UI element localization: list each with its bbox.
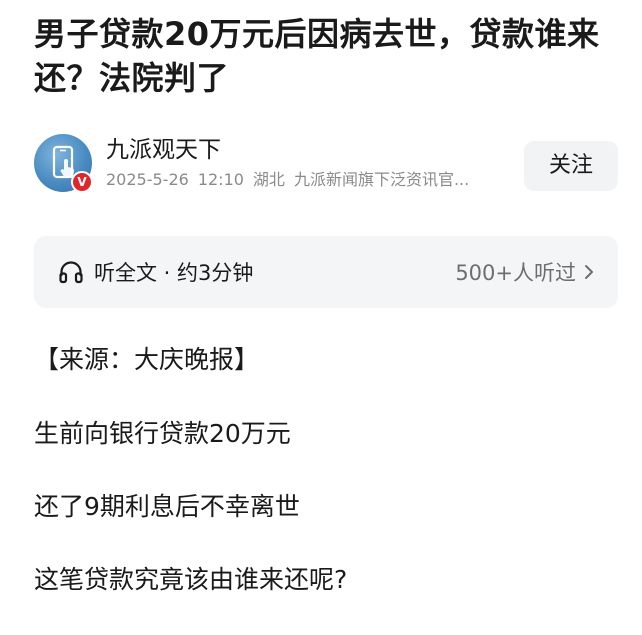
headphone-icon [59,261,83,284]
listen-left: 听全文 · 约3分钟 [58,236,253,308]
publish-date: 2025-5-26 [106,170,189,189]
author-avatar[interactable]: V [34,134,93,193]
listen-count: 500+人听过 [455,261,576,285]
article-title: 男子贷款20万元后因病去世，贷款谁来还？法院判了 [34,15,600,97]
author-meta: 2025-5-26 12:10 湖北 九派新闻旗下泛资讯官... [106,170,511,190]
follow-button[interactable]: 关注 [524,141,618,191]
publish-time: 12:10 [197,170,244,189]
chevron-right-icon [585,265,593,279]
author-location: 湖北 [252,170,285,189]
verified-badge-icon: V [71,171,93,193]
listen-right: 500+人听过 [455,236,596,308]
body-paragraph: 【来源：大庆晚报】 [34,345,260,374]
listen-full-text-bar[interactable]: 听全文 · 约3分钟 500+人听过 [34,236,618,308]
body-paragraph: 还了9期利息后不幸离世 [34,492,300,521]
author-row: V 九派观天下 2025-5-26 12:10 湖北 九派新闻旗下泛资讯官... 关注 [34,134,618,194]
listen-label: 听全文 · 约3分钟 [94,261,254,285]
body-paragraph: 生前向银行贷款20万元 [34,419,291,448]
author-name[interactable]: 九派观天下 [106,136,221,164]
body-paragraph: 这笔贷款究竟该由谁来还呢? [34,565,348,594]
author-description: 九派新闻旗下泛资讯官... [293,170,470,189]
